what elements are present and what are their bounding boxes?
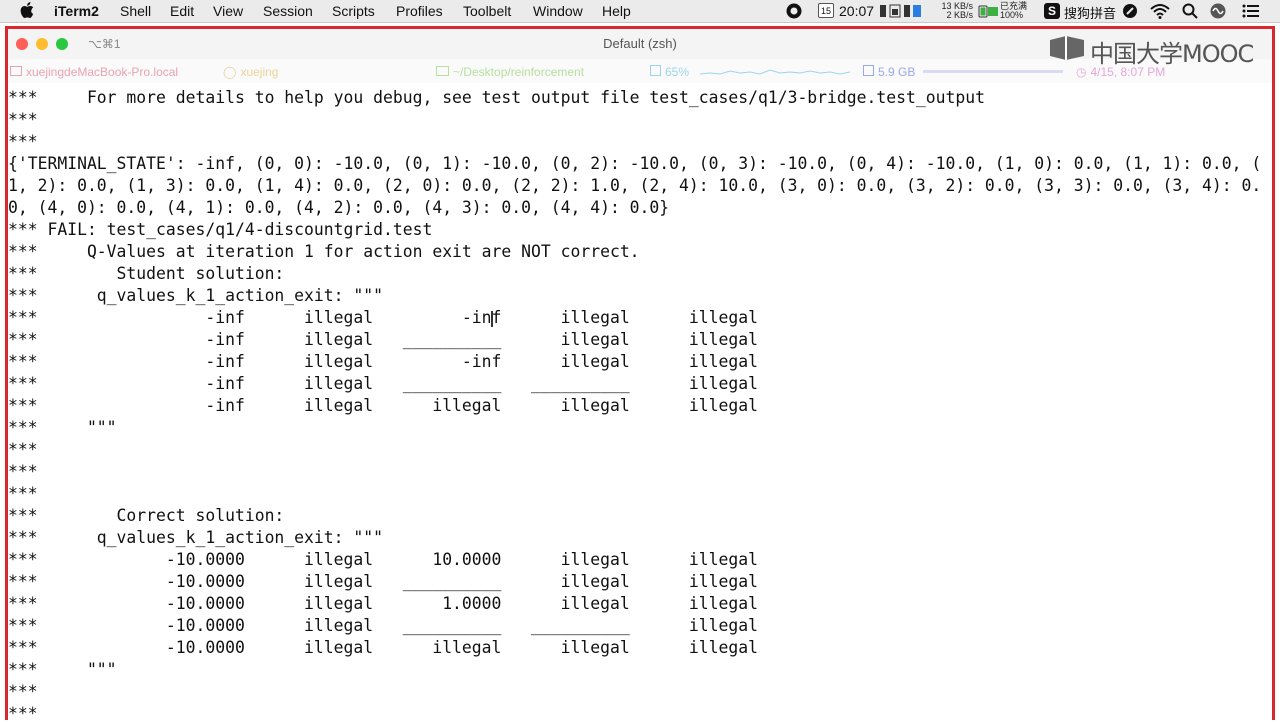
- clock-icon: ◷: [1076, 65, 1087, 79]
- terminal-line: ***: [8, 110, 38, 129]
- menu-toolbelt[interactable]: Toolbelt: [463, 3, 511, 19]
- sogou-icon[interactable]: S: [1044, 3, 1060, 19]
- menu-bar: iTerm2 Shell Edit View Session Scripts P…: [0, 0, 1280, 23]
- terminal-line: *** FAIL: test_cases/q1/4-discountgrid.t…: [8, 220, 433, 239]
- system-monitor-icon[interactable]: [880, 3, 922, 19]
- terminal-line: ***: [8, 462, 38, 481]
- battery-icon[interactable]: [978, 3, 1002, 19]
- terminal-line: *** q_values_k_1_action_exit: """: [8, 528, 383, 547]
- cpu-usage: 65%: [665, 65, 690, 79]
- terminal-line: ***: [8, 440, 38, 459]
- input-method[interactable]: 搜狗拼音: [1064, 3, 1116, 22]
- memory-icon: [863, 65, 874, 76]
- terminal-line: *** -10.0000 illegal illegal illegal ill…: [8, 638, 758, 657]
- terminal-line: *** -inf illegal -inf illegal illegal: [8, 352, 758, 371]
- terminal-line: 1, 2): 0.0, (1, 3): 0.0, (1, 4): 0.0, (2…: [8, 176, 1262, 195]
- menu-profiles[interactable]: Profiles: [396, 3, 443, 19]
- menu-shell[interactable]: Shell: [120, 3, 151, 19]
- folder-icon: [436, 66, 449, 76]
- menu-session[interactable]: Session: [263, 3, 313, 19]
- terminal-line: *** -10.0000 illegal __________ ________…: [8, 616, 758, 635]
- menu-edit[interactable]: Edit: [170, 3, 194, 19]
- siri-icon[interactable]: [1210, 3, 1226, 19]
- terminal-line: ***: [8, 682, 38, 701]
- menu-app-iterm2[interactable]: iTerm2: [54, 3, 99, 19]
- cpu-icon: [650, 65, 661, 76]
- terminal-line: ***: [8, 484, 38, 503]
- apple-icon[interactable]: [20, 2, 34, 18]
- menu-view[interactable]: View: [213, 3, 243, 19]
- clock[interactable]: 20:07: [839, 3, 874, 19]
- status-host: xuejingdeMacBook-Pro.local: [10, 65, 178, 79]
- terminal-line: *** -10.0000 illegal 1.0000 illegal ille…: [8, 594, 758, 613]
- terminal-line: *** -inf illegal __________ __________ i…: [8, 374, 758, 393]
- memory-bar: [923, 70, 1063, 73]
- terminal-line: ***: [8, 704, 38, 723]
- mouse-ibeam-cursor: [491, 311, 493, 327]
- cpu-graph: [700, 69, 850, 75]
- wifi-icon[interactable]: [1150, 3, 1170, 19]
- user-name: xuejing: [240, 65, 279, 79]
- status-path: ~/Desktop/reinforcement: [436, 65, 584, 79]
- terminal-line: *** -inf illegal -inf illegal illegal: [8, 308, 758, 327]
- menu-scripts[interactable]: Scripts: [332, 3, 375, 19]
- menu-window[interactable]: Window: [533, 3, 583, 19]
- notification-center-icon[interactable]: [1242, 3, 1260, 19]
- battery-status: 已充满 100%: [1000, 2, 1030, 20]
- mooc-logo-icon: [1050, 36, 1084, 60]
- menu-help[interactable]: Help: [602, 3, 631, 19]
- terminal-line: *** -10.0000 illegal 10.0000 illegal ill…: [8, 550, 758, 569]
- status-cpu: 65%: [650, 65, 689, 79]
- user-icon: ◯: [223, 65, 237, 79]
- terminal-line: 0, (4, 0): 0.0, (4, 1): 0.0, (4, 2): 0.0…: [8, 198, 670, 217]
- terminal-output[interactable]: *** For more details to help you debug, …: [8, 85, 1272, 723]
- link-icon[interactable]: [1122, 3, 1138, 19]
- battery-percent: 100%: [1000, 10, 1024, 20]
- terminal-line: *** For more details to help you debug, …: [8, 88, 985, 107]
- terminal-line: {'TERMINAL_STATE': -inf, (0, 0): -10.0, …: [8, 154, 1262, 173]
- terminal-line: *** Student solution:: [8, 264, 285, 283]
- host-icon: [10, 66, 22, 76]
- host-name: xuejingdeMacBook-Pro.local: [26, 65, 179, 79]
- terminal-line: *** Correct solution:: [8, 506, 285, 525]
- record-icon[interactable]: [786, 3, 802, 19]
- terminal-window: ⌥⌘1 Default (zsh) xuejingdeMacBook-Pro.l…: [5, 26, 1275, 723]
- current-path: ~/Desktop/reinforcement: [453, 65, 585, 79]
- status-memory: 5.9 GB: [863, 65, 915, 79]
- terminal-line: *** -10.0000 illegal __________ illegal …: [8, 572, 758, 591]
- status-bar: xuejingdeMacBook-Pro.local ◯ xuejing ~/De…: [8, 59, 1272, 83]
- network-speed: 13 KB/s 2 KB/s: [935, 2, 973, 20]
- terminal-line: *** """: [8, 660, 117, 679]
- terminal-line: ***: [8, 132, 38, 151]
- terminal-line: *** q_values_k_1_action_exit: """: [8, 286, 383, 305]
- status-user: ◯ xuejing: [223, 65, 278, 79]
- terminal-line: *** -inf illegal illegal illegal illegal: [8, 396, 758, 415]
- memory-usage: 5.9 GB: [878, 65, 916, 79]
- terminal-line: *** Q-Values at iteration 1 for action e…: [8, 242, 640, 261]
- terminal-line: *** """: [8, 418, 117, 437]
- mooc-watermark-text: 中国大学MOOC: [1090, 40, 1254, 68]
- calendar-icon[interactable]: 15: [818, 3, 834, 18]
- net-down: 2 KB/s: [946, 10, 973, 20]
- terminal-line: *** -inf illegal __________ illegal ille…: [8, 330, 758, 349]
- search-icon[interactable]: [1182, 3, 1198, 19]
